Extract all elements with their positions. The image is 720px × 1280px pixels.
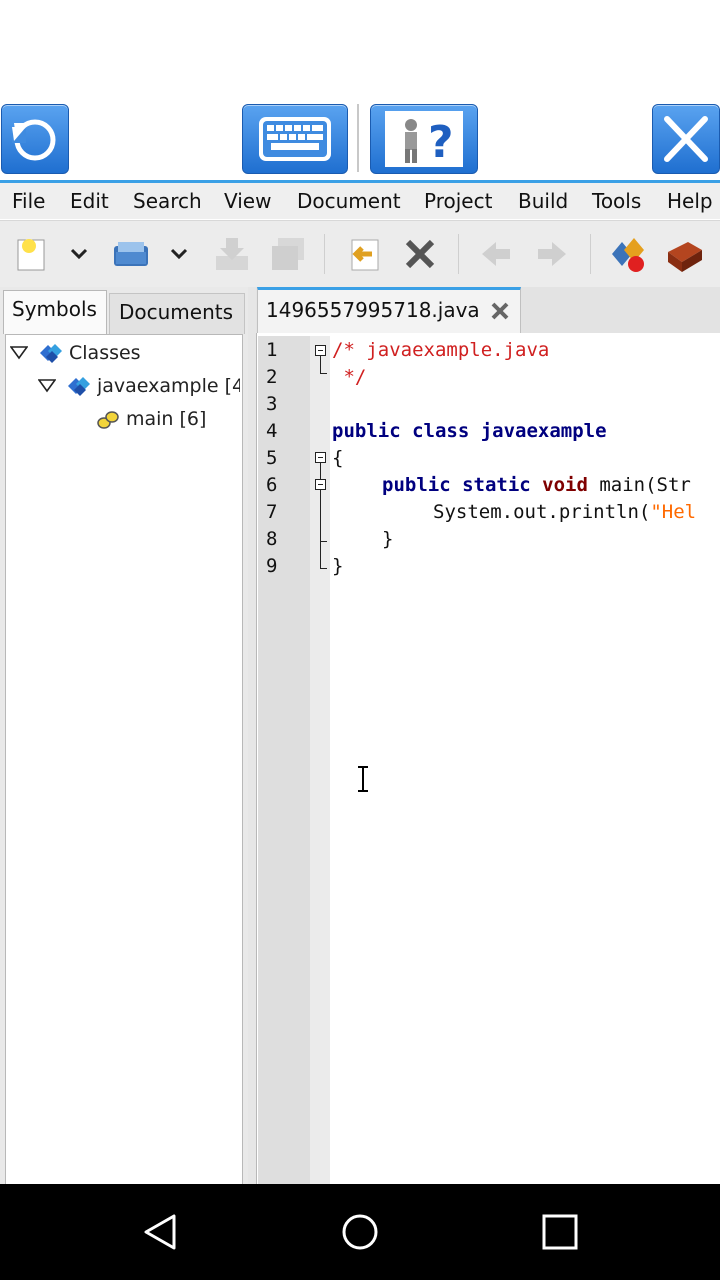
close-icon	[664, 116, 708, 162]
back-icon[interactable]	[476, 234, 516, 274]
code-keyword: public static	[382, 474, 531, 496]
dropdown-icon[interactable]	[64, 234, 94, 274]
compile-icon[interactable]	[608, 234, 648, 274]
menu-tools[interactable]: Tools	[592, 189, 641, 213]
class-icon	[68, 377, 90, 396]
editor-tab-title: 1496557995718.java	[266, 298, 480, 322]
svg-text:?: ?	[428, 117, 454, 168]
close-file-icon[interactable]	[400, 234, 440, 274]
code-line: }	[382, 528, 394, 550]
line-number: 6	[266, 474, 278, 496]
code-line: System.out.println("Hel	[433, 501, 696, 523]
line-number: 5	[266, 447, 278, 469]
fold-line	[320, 373, 327, 374]
close-tab-icon[interactable]	[490, 301, 510, 321]
code-keyword: void	[530, 474, 588, 496]
code-line: {	[332, 447, 344, 469]
help-icon: ?	[385, 111, 463, 168]
code-line: */	[332, 366, 367, 388]
panel-splitter[interactable]	[248, 287, 256, 1184]
collapse-arrow-icon[interactable]	[38, 379, 56, 393]
forward-icon[interactable]	[532, 234, 572, 274]
tree-node-method[interactable]: main [6]	[126, 408, 206, 430]
menu-search[interactable]: Search	[133, 189, 202, 213]
code-text: System.out.println(	[433, 501, 651, 523]
toolbar-separator	[590, 234, 591, 274]
menu-build[interactable]: Build	[518, 189, 568, 213]
revert-icon[interactable]	[344, 234, 384, 274]
menu-view[interactable]: View	[224, 189, 271, 213]
tab-symbols[interactable]: Symbols	[3, 290, 107, 334]
open-file-icon[interactable]	[110, 234, 150, 274]
menu-document[interactable]: Document	[297, 189, 401, 213]
toolbar-separator	[357, 104, 359, 172]
code-line: /* javaexample.java	[332, 339, 550, 361]
fold-line	[320, 541, 327, 542]
code-text: main(Str	[587, 474, 691, 496]
line-number: 4	[266, 420, 278, 442]
tab-documents[interactable]: Documents	[109, 293, 245, 334]
line-number: 2	[266, 366, 278, 388]
classes-icon	[40, 344, 62, 363]
fold-marker-icon[interactable]	[315, 479, 326, 490]
line-number: 3	[266, 393, 278, 415]
help-button[interactable]: ?	[370, 104, 478, 174]
save-all-icon[interactable]	[268, 234, 308, 274]
text-cursor-icon	[358, 766, 368, 792]
back-icon[interactable]	[140, 1212, 180, 1252]
code-keyword: public class	[332, 420, 470, 442]
line-number: 7	[266, 501, 278, 523]
menu-help[interactable]: Help	[667, 189, 713, 213]
recents-icon[interactable]	[541, 1213, 579, 1251]
symbol-tree	[5, 334, 243, 1186]
tab-label: Symbols	[12, 297, 97, 321]
menu-edit[interactable]: Edit	[70, 189, 109, 213]
line-number: 8	[266, 528, 278, 550]
fold-line	[320, 568, 327, 569]
menu-file[interactable]: File	[12, 189, 45, 213]
collapse-arrow-icon[interactable]	[10, 346, 28, 360]
tab-label: Documents	[119, 300, 234, 324]
menu-project[interactable]: Project	[424, 189, 492, 213]
dropdown-icon[interactable]	[164, 234, 194, 274]
close-button[interactable]	[652, 104, 720, 174]
editor-tab[interactable]: 1496557995718.java	[257, 287, 521, 333]
toolbar-separator	[324, 234, 325, 274]
refresh-button[interactable]	[1, 104, 69, 174]
method-icon	[97, 411, 119, 429]
code-line: public class javaexample	[332, 420, 607, 442]
keyboard-button[interactable]	[242, 104, 348, 174]
tree-node-classes[interactable]: Classes	[69, 342, 141, 364]
toolbar-separator	[458, 234, 459, 274]
new-file-icon[interactable]	[14, 234, 54, 274]
tree-node-class[interactable]: javaexample [4	[97, 375, 240, 397]
keyboard-icon	[259, 117, 331, 161]
line-number: 1	[266, 339, 278, 361]
code-identifier: javaexample	[469, 420, 607, 442]
fold-marker-icon[interactable]	[315, 345, 326, 356]
code-string: "Hel	[650, 501, 697, 523]
build-icon[interactable]	[664, 234, 704, 274]
line-number: 9	[266, 555, 278, 577]
code-line: public static void main(Str	[382, 474, 691, 496]
refresh-icon	[12, 119, 56, 161]
save-icon[interactable]	[212, 234, 252, 274]
home-icon[interactable]	[340, 1212, 380, 1252]
fold-line	[320, 356, 321, 374]
fold-marker-icon[interactable]	[315, 452, 326, 463]
code-line: }	[332, 555, 344, 577]
